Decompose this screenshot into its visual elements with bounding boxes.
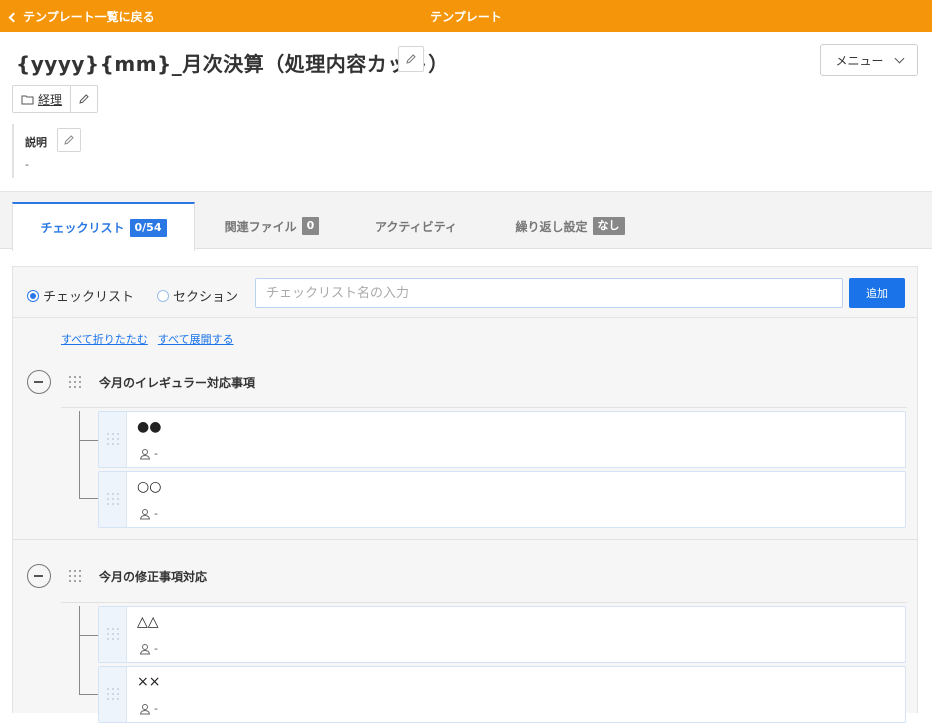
folder-name: 経理 <box>38 92 63 107</box>
tree-line <box>79 635 98 636</box>
tab-label: チェックリスト <box>40 221 125 235</box>
tab-label: 関連ファイル <box>224 219 297 234</box>
chevron-down-icon <box>894 53 904 63</box>
checklist-item[interactable]: ○○ - <box>98 471 906 528</box>
radio-section-label: セクション <box>173 290 239 305</box>
radio-checklist-label: チェックリスト <box>43 290 135 305</box>
checklist-name-input[interactable] <box>255 278 843 308</box>
assignee-selector[interactable]: - <box>139 507 158 520</box>
pencil-icon <box>64 135 74 145</box>
drag-handle-icon <box>107 433 119 447</box>
checklist-progress-badge: 0/54 <box>129 218 167 237</box>
top-bar: テンプレート一覧に戻る テンプレート <box>0 0 932 32</box>
add-item-row: チェックリスト セクション 追加 <box>13 267 917 318</box>
item-drag-handle[interactable] <box>99 667 127 722</box>
assignee-selector[interactable]: - <box>139 702 158 715</box>
tree-line <box>79 440 98 441</box>
drag-handle-icon <box>107 493 119 507</box>
checklist-item-name: ○○ <box>137 479 162 495</box>
drag-handle-icon <box>107 628 119 642</box>
description-label: 説明 <box>25 136 47 149</box>
checklist-panel: チェックリスト セクション 追加 すべて折りたたむ すべて展開する 今月のイレギ… <box>12 266 918 723</box>
radio-selected-indicator <box>27 289 39 302</box>
collapse-section-button[interactable] <box>27 564 51 588</box>
collapse-section-button[interactable] <box>27 370 51 394</box>
tab-related-files[interactable]: 関連ファイル 0 <box>210 202 334 250</box>
tab-label: 繰り返し設定 <box>515 219 588 234</box>
drag-handle-icon <box>107 688 119 702</box>
assignee-name: - <box>154 702 158 715</box>
add-button[interactable]: 追加 <box>849 278 905 308</box>
folder-selector: 経理 <box>12 85 99 113</box>
radio-checklist[interactable]: チェックリスト <box>27 286 134 305</box>
section-title: 今月のイレギュラー対応事項 <box>99 376 256 390</box>
edit-description-button[interactable] <box>57 128 81 152</box>
section-divider <box>61 407 907 408</box>
edit-folder-button[interactable] <box>71 86 97 112</box>
folder-icon <box>21 95 34 104</box>
section-header: 今月の修正事項対応 <box>25 561 905 591</box>
user-icon <box>139 448 151 459</box>
section-divider <box>61 602 907 603</box>
file-count-badge: 0 <box>301 217 320 235</box>
radio-section[interactable]: セクション <box>157 286 238 305</box>
expand-all-link[interactable]: すべて展開する <box>158 331 234 347</box>
pencil-icon <box>406 54 416 64</box>
chevron-left-icon <box>8 12 19 22</box>
tree-line <box>79 498 98 499</box>
item-drag-handle[interactable] <box>99 607 127 662</box>
checklist-item-name: ×× <box>137 674 161 690</box>
description-value: - <box>25 158 29 171</box>
checklist-item[interactable]: △△ - <box>98 606 906 663</box>
tree-line <box>79 606 80 694</box>
tab-bar: チェックリスト 0/54 関連ファイル 0 アクティビティ 繰り返し設定 なし <box>0 191 932 251</box>
drag-handle-icon[interactable] <box>69 376 81 390</box>
section-header: 今月のイレギュラー対応事項 <box>25 367 905 397</box>
assignee-name: - <box>154 642 158 655</box>
assignee-selector[interactable]: - <box>139 642 158 655</box>
section-title: 今月の修正事項対応 <box>99 570 208 584</box>
template-title: {yyyy}{mm}_月次決算（処理内容カット） <box>16 52 449 76</box>
tab-checklist[interactable]: チェックリスト 0/54 <box>12 202 195 251</box>
item-drag-handle[interactable] <box>99 472 127 527</box>
checklist-item[interactable]: ×× - <box>98 666 906 723</box>
tab-repeat-settings[interactable]: 繰り返し設定 なし <box>500 202 640 250</box>
assignee-name: - <box>154 447 158 460</box>
assignee-selector[interactable]: - <box>139 447 158 460</box>
checklist-item-name: ●● <box>137 419 162 435</box>
radio-unselected-indicator <box>157 289 169 302</box>
menu-label: メニュー <box>835 53 884 68</box>
collapse-expand-links: すべて折りたたむ すべて展開する <box>61 331 234 347</box>
folder-link[interactable]: 経理 <box>13 86 72 112</box>
assignee-name: - <box>154 507 158 520</box>
collapse-all-link[interactable]: すべて折りたたむ <box>61 331 148 347</box>
repeat-status-badge: なし <box>592 217 625 235</box>
tab-label: アクティビティ <box>375 219 457 234</box>
section-separator <box>13 539 917 540</box>
edit-title-button[interactable] <box>398 46 424 72</box>
tree-line <box>79 411 80 498</box>
tab-activity[interactable]: アクティビティ <box>360 202 472 250</box>
item-drag-handle[interactable] <box>99 412 127 467</box>
menu-dropdown-button[interactable]: メニュー <box>820 44 918 76</box>
drag-handle-icon[interactable] <box>69 570 81 584</box>
pencil-icon <box>79 94 89 104</box>
user-icon <box>139 643 151 654</box>
back-link-label: テンプレート一覧に戻る <box>23 10 155 24</box>
back-to-template-list-link[interactable]: テンプレート一覧に戻る <box>8 8 155 25</box>
checklist-item[interactable]: ●● - <box>98 411 906 468</box>
tree-line <box>79 694 98 695</box>
user-icon <box>139 508 151 519</box>
checklist-item-name: △△ <box>137 614 159 630</box>
